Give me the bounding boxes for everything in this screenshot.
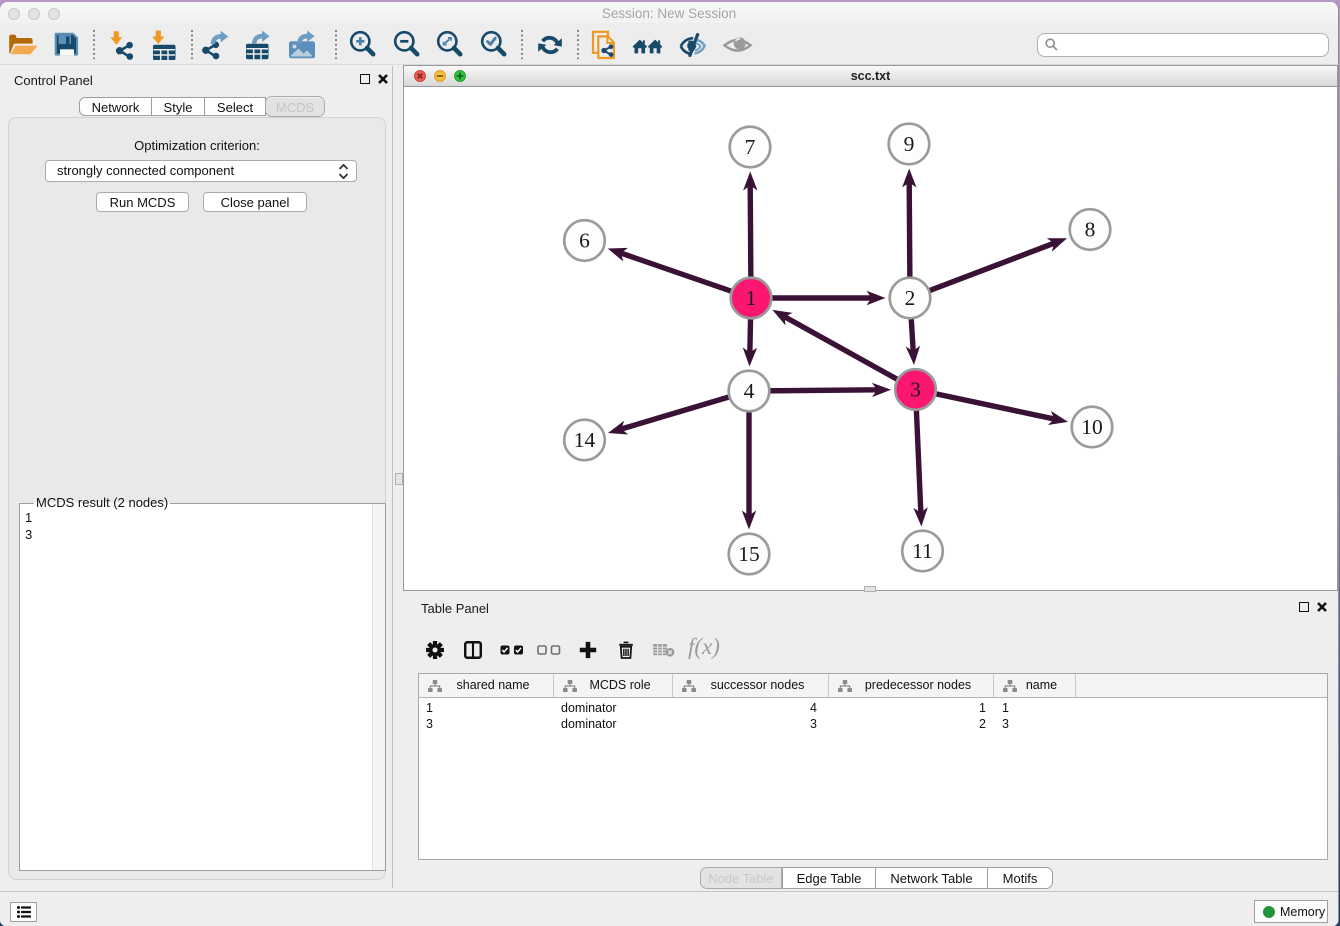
svg-text:6: 6 [579, 229, 590, 253]
svg-text:10: 10 [1081, 415, 1103, 439]
svg-text:4: 4 [744, 379, 755, 403]
svg-text:14: 14 [574, 428, 596, 452]
svg-text:8: 8 [1085, 218, 1096, 242]
svg-text:1: 1 [746, 286, 757, 310]
svg-text:3: 3 [910, 378, 921, 402]
svg-text:7: 7 [745, 135, 756, 159]
svg-text:2: 2 [905, 286, 916, 310]
svg-text:15: 15 [738, 542, 760, 566]
svg-text:9: 9 [904, 132, 915, 156]
svg-text:11: 11 [912, 539, 933, 563]
